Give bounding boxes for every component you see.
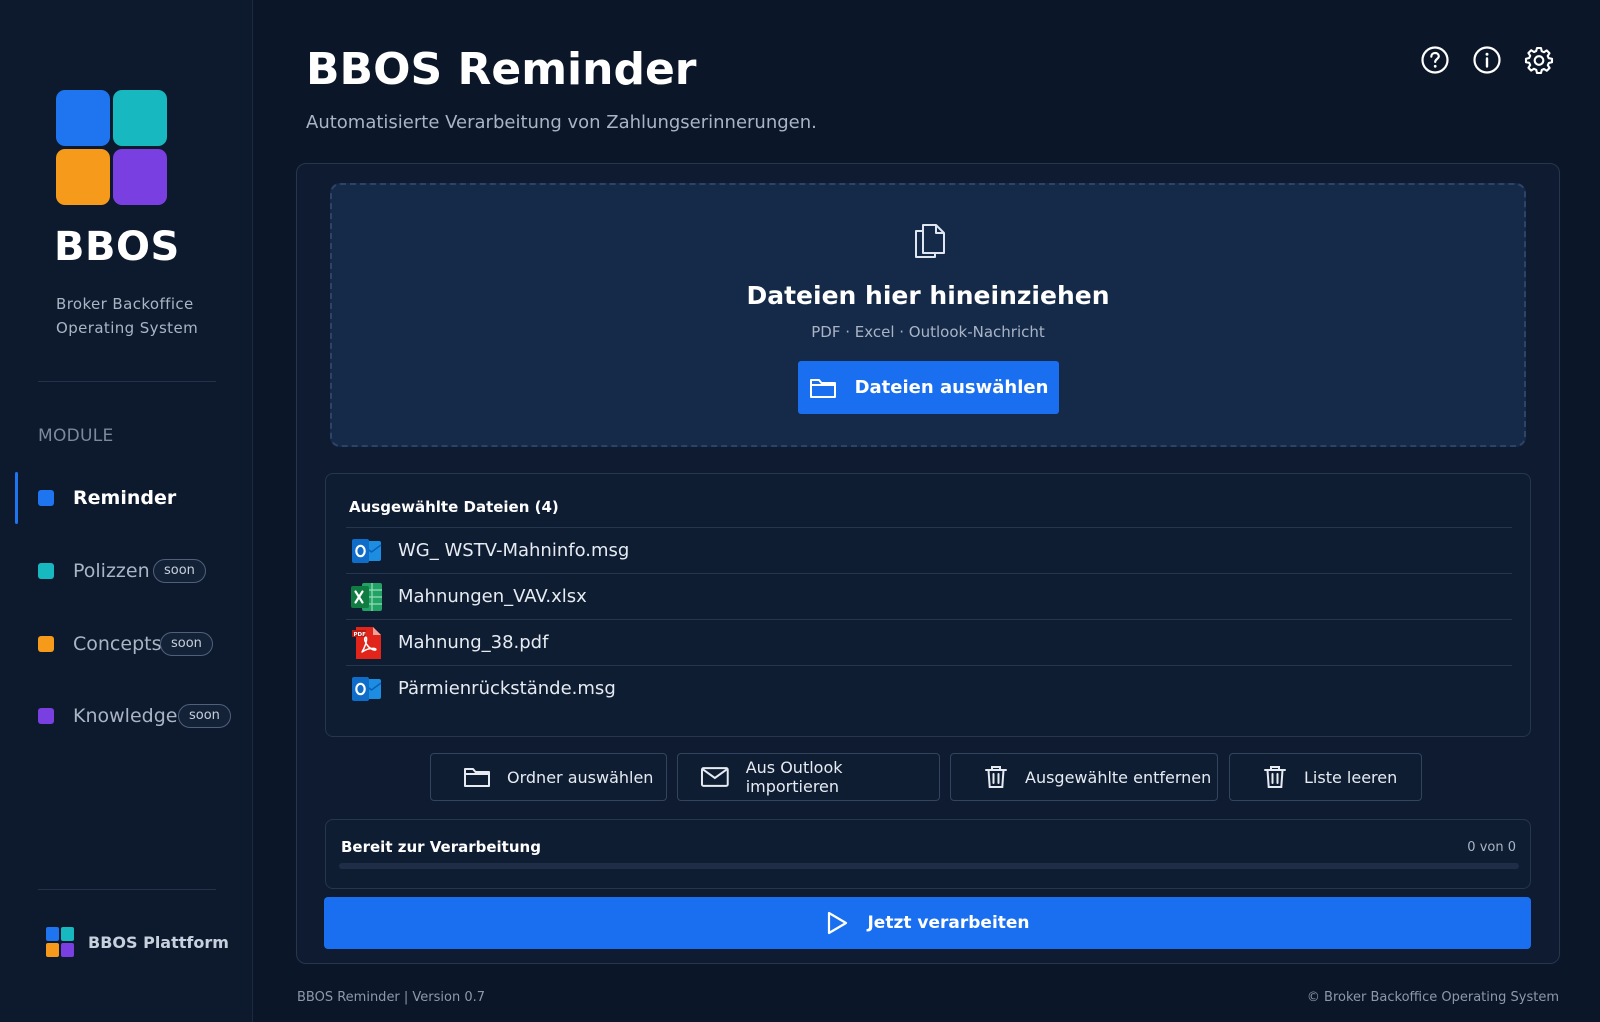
- logo-square-blue: [56, 90, 110, 146]
- list-item[interactable]: Mahnungen_VAV.xlsx: [346, 573, 1512, 619]
- drop-zone-file-types: PDF · Excel · Outlook-Nachricht: [811, 323, 1045, 341]
- clear-list-button[interactable]: Liste leeren: [1229, 753, 1422, 801]
- trash-icon: [1264, 766, 1286, 788]
- select-folder-label: Ordner auswählen: [507, 767, 654, 787]
- file-name: Pärmienrückstände.msg: [398, 678, 616, 699]
- list-item[interactable]: WG_ WSTV-Mahninfo.msg: [346, 527, 1512, 573]
- brand-name: BBOS: [54, 224, 180, 270]
- platform-label: BBOS Plattform: [88, 932, 229, 952]
- sidebar-item-concepts[interactable]: Concepts soon: [0, 618, 253, 670]
- file-name: WG_ WSTV-Mahninfo.msg: [398, 540, 630, 561]
- page-subtitle: Automatisierte Verarbeitung von Zahlungs…: [306, 112, 817, 133]
- processing-status: Bereit zur Verarbeitung 0 von 0: [325, 819, 1531, 889]
- import-outlook-button[interactable]: Aus Outlook importieren: [677, 753, 940, 801]
- select-folder-button[interactable]: Ordner auswählen: [430, 753, 667, 801]
- sidebar-item-reminder[interactable]: Reminder: [0, 472, 253, 524]
- file-name: Mahnung_38.pdf: [398, 632, 549, 653]
- selected-files-title: Ausgewählte Dateien (4): [349, 498, 559, 516]
- folder-icon: [464, 768, 490, 787]
- logo-square-orange: [56, 149, 110, 205]
- gear-icon[interactable]: [1523, 44, 1555, 76]
- import-outlook-label: Aus Outlook importieren: [745, 758, 843, 796]
- outlook-icon: [350, 672, 384, 706]
- info-icon[interactable]: [1471, 44, 1503, 76]
- logo-square-purple: [113, 149, 167, 205]
- folder-icon: [809, 378, 836, 398]
- mail-icon: [700, 767, 729, 787]
- sidebar: BBOS Broker Backoffice Operating System …: [0, 0, 253, 1022]
- select-files-label: Dateien auswählen: [854, 377, 1049, 398]
- sidebar-item-label: Reminder: [73, 487, 177, 509]
- process-now-label: Jetzt verarbeiten: [867, 913, 1030, 933]
- progress-bar: [339, 863, 1519, 869]
- module-color-dot: [38, 563, 54, 579]
- status-count: 0 von 0: [1467, 840, 1516, 855]
- sidebar-item-label: Knowledge: [73, 705, 178, 727]
- outlook-icon: [350, 534, 384, 568]
- selected-files-list: Ausgewählte Dateien (4) WG_ WSTV-Mahninf…: [325, 473, 1531, 737]
- sidebar-item-polizzen[interactable]: Polizzen soon: [0, 545, 253, 597]
- platform-logo-icon: [46, 927, 74, 957]
- bbos-logo: [56, 90, 168, 206]
- help-icon[interactable]: [1419, 44, 1451, 76]
- trash-icon: [985, 766, 1007, 788]
- sidebar-item-label: Concepts: [73, 633, 162, 655]
- soon-badge: soon: [160, 632, 213, 656]
- file-drop-zone[interactable]: Dateien hier hineinziehen PDF · Excel · …: [330, 183, 1526, 447]
- list-item[interactable]: Pärmienrückstände.msg: [346, 665, 1512, 711]
- select-files-button[interactable]: Dateien auswählen: [798, 361, 1059, 414]
- remove-selected-label: Ausgewählte entfernen: [1025, 767, 1212, 787]
- active-indicator: [15, 472, 18, 524]
- clear-list-label: Liste leeren: [1304, 767, 1398, 787]
- soon-badge: soon: [178, 704, 231, 728]
- process-now-button[interactable]: Jetzt verarbeiten: [324, 897, 1531, 949]
- list-item[interactable]: PDF Mahnung_38.pdf: [346, 619, 1512, 665]
- pdf-icon: PDF: [350, 626, 384, 660]
- soon-badge: soon: [153, 559, 206, 583]
- remove-selected-button[interactable]: Ausgewählte entfernen: [950, 753, 1218, 801]
- play-icon: [828, 911, 848, 935]
- file-name: Mahnungen_VAV.xlsx: [398, 586, 587, 607]
- module-color-dot: [38, 708, 54, 724]
- page-title: BBOS Reminder: [306, 44, 697, 95]
- platform-link[interactable]: BBOS Plattform: [46, 927, 229, 957]
- modules-heading: MODULE: [38, 426, 114, 446]
- drop-zone-title: Dateien hier hineinziehen: [746, 281, 1110, 310]
- module-color-dot: [38, 636, 54, 652]
- sidebar-item-label: Polizzen: [73, 560, 150, 582]
- module-color-dot: [38, 490, 54, 506]
- svg-text:PDF: PDF: [354, 631, 367, 637]
- version-info: BBOS Reminder | Version 0.7: [297, 990, 486, 1005]
- sidebar-divider: [38, 889, 216, 890]
- status-label: Bereit zur Verarbeitung: [341, 838, 541, 856]
- sidebar-divider: [38, 381, 216, 382]
- copy-files-icon: [909, 219, 949, 263]
- logo-square-teal: [113, 90, 167, 146]
- copyright-notice: © Broker Backoffice Operating System: [1306, 990, 1559, 1005]
- brand-subtitle: Broker Backoffice Operating System: [56, 295, 199, 337]
- sidebar-item-knowledge[interactable]: Knowledge soon: [0, 690, 253, 742]
- excel-icon: [350, 580, 384, 614]
